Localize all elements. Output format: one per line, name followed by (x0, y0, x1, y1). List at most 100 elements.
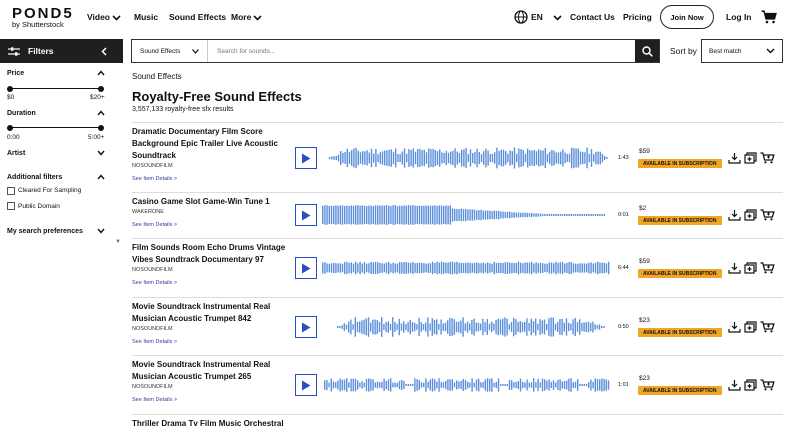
play-button[interactable] (295, 257, 317, 279)
item-title[interactable]: Casino Game Slot Game-Win Tune 1 (132, 196, 290, 208)
chevron-up-icon (97, 70, 105, 76)
result-row[interactable]: Thriller Drama Tv Film Music Orchestral (132, 414, 783, 444)
artist-filter-header[interactable]: Artist (0, 150, 123, 157)
pond5-logo[interactable]: POND5 by Shutterstock (12, 6, 74, 29)
add-to-collection-icon[interactable] (744, 379, 757, 391)
search-button[interactable] (635, 40, 659, 62)
nav-video[interactable]: Video (87, 12, 121, 22)
item-artist[interactable]: NOSOUNDFILM (132, 163, 173, 169)
add-to-collection-icon[interactable] (744, 321, 757, 333)
additional-filters-header[interactable]: Additional filters (0, 174, 123, 181)
add-to-cart-icon[interactable] (760, 321, 775, 333)
waveform[interactable] (329, 147, 609, 169)
waveform[interactable] (322, 204, 607, 226)
search-input[interactable] (208, 40, 635, 62)
play-icon (302, 153, 311, 163)
waveform[interactable] (322, 257, 612, 279)
item-actions (728, 379, 775, 391)
see-item-details-link[interactable]: See Item Details > (132, 339, 177, 345)
public-domain-checkbox[interactable] (7, 202, 15, 210)
download-icon[interactable] (728, 152, 741, 164)
item-duration: 1:01 (618, 382, 629, 388)
chevron-down-icon (97, 150, 105, 156)
price-slider[interactable] (7, 85, 104, 92)
duration-min-handle[interactable] (7, 124, 13, 131)
result-row[interactable]: Dramatic Documentary Film Score Backgrou… (132, 122, 783, 192)
play-icon (302, 263, 311, 273)
globe-icon[interactable] (514, 10, 528, 24)
result-row[interactable]: Film Sounds Room Echo Drums Vintage Vibe… (132, 238, 783, 297)
item-title[interactable]: Thriller Drama Tv Film Music Orchestral (132, 418, 290, 430)
subscription-badge: AVAILABLE IN SUBSCRIPTION (638, 386, 722, 395)
filters-label: Filters (28, 46, 54, 56)
contact-link[interactable]: Contact Us (570, 12, 615, 22)
item-title[interactable]: Movie Soundtrack Instrumental Real Music… (132, 359, 290, 383)
scroll-down-indicator[interactable]: ▼ (115, 239, 121, 245)
download-icon[interactable] (728, 321, 741, 333)
duration-slider[interactable] (7, 124, 104, 131)
result-row[interactable]: Casino Game Slot Game-Win Tune 1 WAKERONE… (132, 192, 783, 238)
see-item-details-link[interactable]: See Item Details > (132, 222, 177, 228)
pricing-link[interactable]: Pricing (623, 12, 652, 22)
cart-icon[interactable] (761, 10, 777, 24)
language-select[interactable]: EN (531, 12, 562, 22)
filters-header[interactable]: Filters (0, 39, 123, 63)
play-button[interactable] (295, 316, 317, 338)
add-to-collection-icon[interactable] (744, 152, 757, 164)
sliders-icon (8, 46, 20, 56)
sort-select[interactable]: Best match (701, 39, 783, 63)
price-min-handle[interactable] (7, 85, 13, 92)
breadcrumb[interactable]: Sound Effects (132, 72, 182, 81)
item-actions (728, 262, 775, 274)
see-item-details-link[interactable]: See Item Details > (132, 397, 177, 403)
price-min-label: $0 (7, 94, 15, 101)
see-item-details-link[interactable]: See Item Details > (132, 176, 177, 182)
chevron-down-icon (766, 48, 775, 54)
item-title[interactable]: Film Sounds Room Echo Drums Vintage Vibe… (132, 242, 290, 266)
item-price: $23 (639, 317, 650, 324)
add-to-collection-icon[interactable] (744, 262, 757, 274)
item-artist[interactable]: NOSOUNDFILM (132, 326, 173, 332)
add-to-collection-icon[interactable] (744, 209, 757, 221)
join-now-button[interactable]: Join Now (660, 5, 714, 29)
price-filter-header[interactable]: Price (0, 70, 123, 77)
nav-sound-effects[interactable]: Sound Effects (169, 12, 226, 22)
item-artist[interactable]: NOSOUNDFILM (132, 267, 173, 273)
search-preferences-header[interactable]: My search preferences (0, 228, 123, 235)
item-duration: 0:50 (618, 324, 629, 330)
item-title[interactable]: Dramatic Documentary Film Score Backgrou… (132, 126, 290, 162)
search-category-select[interactable]: Sound Effects (132, 40, 208, 62)
add-to-cart-icon[interactable] (760, 152, 775, 164)
item-duration: 1:43 (618, 155, 629, 161)
add-to-cart-icon[interactable] (760, 262, 775, 274)
result-row[interactable]: Movie Soundtrack Instrumental Real Music… (132, 355, 783, 414)
play-button[interactable] (295, 374, 317, 396)
item-artist[interactable]: WAKERONE (132, 209, 164, 215)
result-row[interactable]: Movie Soundtrack Instrumental Real Music… (132, 297, 783, 355)
download-icon[interactable] (728, 209, 741, 221)
chevron-up-icon (97, 174, 105, 180)
play-button[interactable] (295, 147, 317, 169)
item-title[interactable]: Movie Soundtrack Instrumental Real Music… (132, 301, 290, 325)
price-max-handle[interactable] (98, 85, 104, 92)
download-icon[interactable] (728, 379, 741, 391)
chevron-down-icon (253, 15, 262, 21)
waveform[interactable] (324, 374, 612, 396)
duration-filter-header[interactable]: Duration (0, 110, 123, 117)
chevron-left-icon[interactable] (101, 46, 107, 56)
download-icon[interactable] (728, 262, 741, 274)
see-item-details-link[interactable]: See Item Details > (132, 280, 177, 286)
public-domain-label: Public Domain (18, 203, 60, 210)
cleared-for-sampling-checkbox[interactable] (7, 187, 15, 195)
item-actions (728, 152, 775, 164)
nav-more[interactable]: More (231, 12, 262, 22)
duration-max-handle[interactable] (98, 124, 104, 131)
login-link[interactable]: Log In (726, 12, 752, 22)
nav-music[interactable]: Music (134, 12, 158, 22)
play-button[interactable] (295, 204, 317, 226)
item-artist[interactable]: NOSOUNDFILM (132, 384, 173, 390)
waveform[interactable] (337, 316, 607, 338)
add-to-cart-icon[interactable] (760, 209, 775, 221)
add-to-cart-icon[interactable] (760, 379, 775, 391)
item-duration: 0:01 (618, 212, 629, 218)
